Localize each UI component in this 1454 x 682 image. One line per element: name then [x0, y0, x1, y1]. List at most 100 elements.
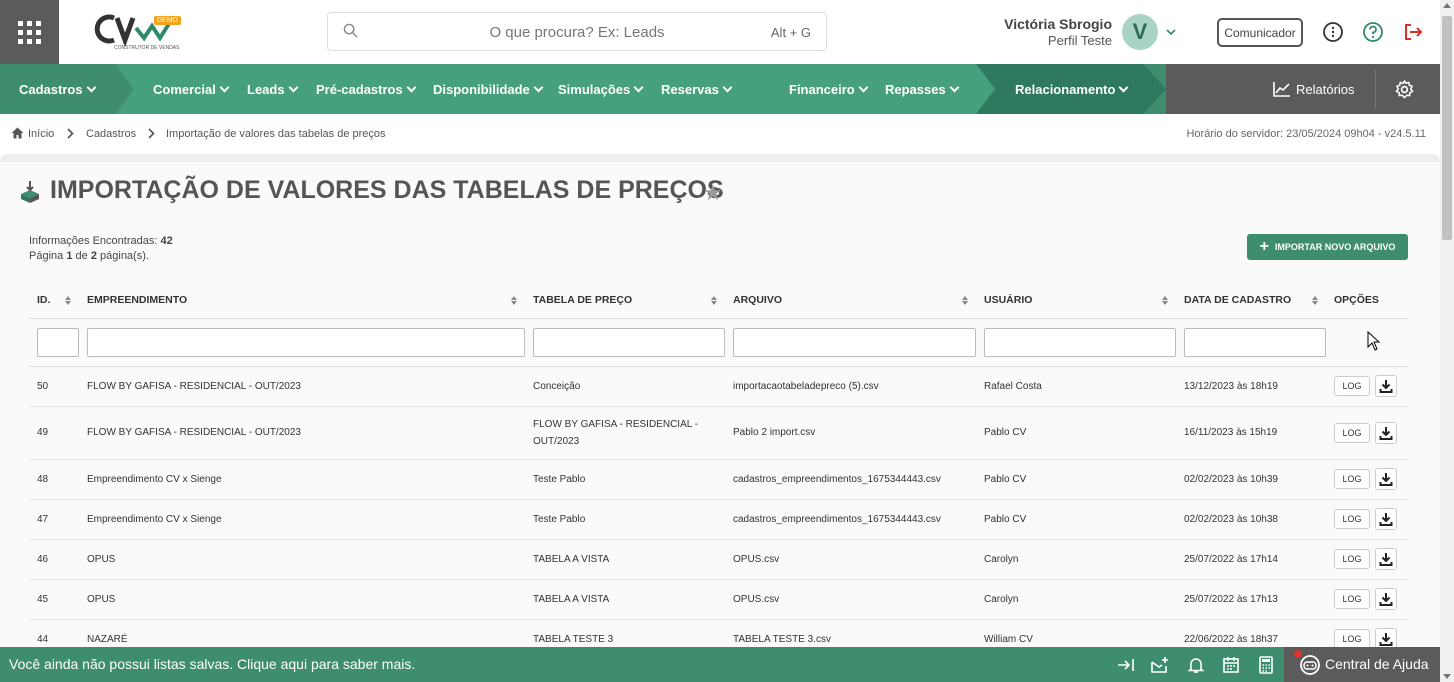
calendar-icon[interactable]	[1222, 656, 1240, 674]
cell-tabela: Teste Pablo	[525, 459, 725, 500]
col-label: ID.	[37, 293, 51, 306]
nav-leads[interactable]: Leads	[247, 64, 299, 114]
cell-arquivo: Pablo 2 import.csv	[725, 406, 976, 460]
log-button[interactable]: LOG	[1334, 422, 1370, 443]
filter-usuario-input[interactable]	[984, 327, 1176, 357]
nav-pre-cadastros[interactable]: Pré-cadastros	[316, 64, 417, 114]
import-box-icon	[21, 181, 39, 203]
log-button[interactable]: LOG	[1334, 376, 1370, 396]
nav-financeiro[interactable]: Financeiro	[789, 64, 869, 114]
col-arquivo[interactable]: ARQUIVO	[725, 282, 976, 319]
nav-reservas[interactable]: Reservas	[661, 64, 733, 114]
avatar[interactable]: V	[1122, 14, 1158, 50]
cell-options: LOG	[1326, 539, 1408, 580]
cell-options: LOG	[1326, 579, 1408, 620]
log-button[interactable]: LOG	[1334, 629, 1370, 649]
log-button[interactable]: LOG	[1334, 469, 1370, 489]
import-new-file-button[interactable]: + IMPORTAR NOVO ARQUIVO	[1247, 234, 1408, 260]
apps-menu-button[interactable]	[0, 0, 59, 64]
nav-comercial[interactable]: Comercial	[153, 64, 230, 114]
home-icon[interactable]	[11, 127, 24, 139]
nav-cadastros[interactable]: Cadastros	[19, 64, 97, 114]
cell-empreendimento: OPUS	[79, 579, 525, 620]
chevron-down-icon	[219, 82, 230, 92]
search-bar[interactable]: O que procura? Ex: Leads Alt + G	[327, 12, 827, 51]
logout-icon[interactable]	[1402, 21, 1424, 43]
nav-simulacoes[interactable]: Simulações	[558, 64, 644, 114]
cell-id: 45	[29, 579, 79, 620]
cell-id: 50	[29, 366, 79, 407]
download-button[interactable]	[1375, 588, 1397, 610]
user-info[interactable]: Victória Sbrogio Perfil Teste	[990, 16, 1112, 48]
sort-icon	[711, 296, 717, 305]
breadcrumb-inicio[interactable]: Início	[28, 128, 54, 140]
download-button[interactable]	[1375, 468, 1397, 490]
chevron-down-icon[interactable]	[1166, 28, 1176, 36]
cell-id: 46	[29, 539, 79, 580]
cell-options: LOG	[1326, 406, 1408, 460]
help-label: Central de Ajuda	[1325, 656, 1429, 672]
main-nav: Cadastros Comercial Leads Pré-cadastros …	[0, 64, 1440, 114]
filter-arquivo-input[interactable]	[733, 327, 976, 357]
nav-label: Relacionamento	[1015, 81, 1116, 97]
cell-options: LOG	[1326, 499, 1408, 540]
cell-data: 02/02/2023 às 10h39	[1176, 459, 1326, 500]
col-id[interactable]: ID.	[29, 282, 79, 319]
filter-empreendimento-input[interactable]	[87, 327, 525, 357]
table-row: 48 Empreendimento CV x Sienge Teste Pablo c…	[29, 459, 1408, 500]
nav-relacionamento[interactable]: Relacionamento	[1015, 64, 1129, 114]
cell-arquivo: cadastros_empreendimentos_1675344443.csv	[725, 459, 976, 500]
chevron-down-icon	[949, 82, 960, 92]
filter-data-input[interactable]	[1184, 327, 1326, 357]
logo[interactable]: DEMO CONSTRUTOR DE VENDAS	[92, 12, 188, 54]
nav-label: Financeiro	[789, 81, 855, 97]
download-icon	[1379, 553, 1393, 566]
breadcrumb-cadastros[interactable]: Cadastros	[86, 128, 136, 140]
arrow-to-right-icon[interactable]	[1117, 656, 1135, 674]
filter-tabela-input[interactable]	[533, 327, 725, 357]
bell-icon[interactable]	[1187, 656, 1205, 674]
col-data[interactable]: DATA DE CADASTRO	[1176, 282, 1326, 319]
download-button[interactable]	[1375, 375, 1397, 397]
favorite-star-icon[interactable]: ★	[703, 180, 723, 206]
download-button[interactable]	[1375, 508, 1397, 530]
comunicador-button[interactable]: Comunicador	[1217, 18, 1303, 47]
mail-add-icon[interactable]	[1151, 656, 1169, 674]
cell-usuario: Pablo CV	[976, 459, 1176, 500]
nav-relatorios[interactable]: Relatórios	[1273, 64, 1355, 114]
nav-disponibilidade[interactable]: Disponibilidade	[433, 64, 544, 114]
scroll-down-arrow[interactable]	[1443, 674, 1451, 679]
calculator-icon[interactable]	[1257, 656, 1275, 674]
vertical-scrollbar[interactable]	[1440, 0, 1454, 682]
saved-lists-message[interactable]: Você ainda não possui listas salvas. Cli…	[9, 656, 415, 672]
page-label: de	[75, 250, 88, 262]
help-center-button[interactable]: Central de Ajuda	[1284, 647, 1440, 682]
log-button[interactable]: LOG	[1334, 589, 1370, 609]
col-label: DATA DE CADASTRO	[1184, 293, 1292, 306]
col-opcoes: OPÇÕES	[1326, 282, 1408, 319]
nav-repasses[interactable]: Repasses	[885, 64, 960, 114]
user-profile: Perfil Teste	[1047, 33, 1112, 48]
download-icon	[1379, 633, 1393, 646]
cell-tabela: Teste Pablo	[525, 499, 725, 540]
scroll-up-arrow[interactable]	[1443, 3, 1451, 8]
gear-icon[interactable]	[1395, 80, 1414, 99]
col-tabela[interactable]: TABELA DE PREÇO	[525, 282, 725, 319]
info-icon[interactable]	[1322, 21, 1344, 43]
cell-usuario: Pablo CV	[976, 406, 1176, 460]
scrollbar-thumb[interactable]	[1442, 16, 1452, 240]
server-time: Horário do servidor: 23/05/2024 09h04 - …	[1186, 128, 1426, 140]
log-button[interactable]: LOG	[1334, 509, 1370, 529]
download-button[interactable]	[1375, 421, 1397, 444]
col-usuario[interactable]: USUÁRIO	[976, 282, 1176, 319]
cell-tabela: Conceição	[525, 366, 725, 407]
help-icon[interactable]	[1362, 21, 1384, 43]
col-empreendimento[interactable]: EMPREENDIMENTO	[79, 282, 525, 319]
table-row: 45 OPUS TABELA A VISTA OPUS.csv Carolyn 25/07…	[29, 579, 1408, 620]
imports-table: ID. EMPREENDIMENTO TABELA DE PREÇO ARQUI…	[29, 282, 1408, 660]
demo-badge: DEMO	[154, 16, 181, 25]
cell-data: 25/07/2022 às 17h14	[1176, 539, 1326, 580]
log-button[interactable]: LOG	[1334, 549, 1370, 569]
download-button[interactable]	[1375, 548, 1397, 570]
filter-id-input[interactable]	[37, 327, 79, 357]
